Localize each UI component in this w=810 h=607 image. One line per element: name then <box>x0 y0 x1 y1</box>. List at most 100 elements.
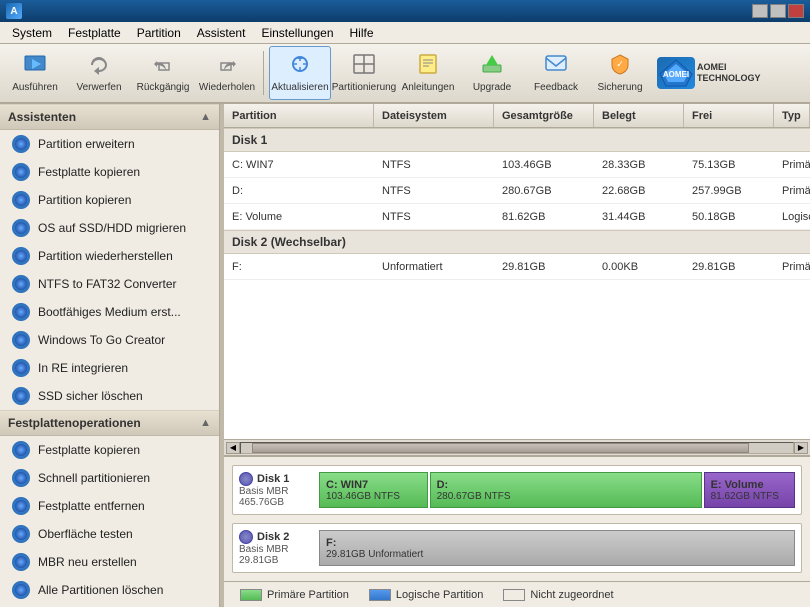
sidebar-item-schnell-partitionieren[interactable]: Schnell partitionieren <box>0 464 219 492</box>
toolbar-btn-ausfuhren[interactable]: Ausführen <box>4 46 66 100</box>
toolbar-btn-upgrade[interactable]: Upgrade <box>461 46 523 100</box>
toolbar-label-anleitungen: Anleitungen <box>402 82 455 93</box>
sidebar-item-partition-kopieren[interactable]: Partition kopieren <box>0 186 219 214</box>
sidebar-item-windows-to-go[interactable]: Windows To Go Creator <box>0 326 219 354</box>
toolbar-icon-upgrade <box>480 53 504 79</box>
toolbar-label-sicherung: Sicherung <box>597 82 642 93</box>
td-type: Logisch <box>774 204 810 229</box>
toolbar-label-aktualisieren: Aktualisieren <box>271 82 328 93</box>
sidebar-icon-windows-to-go <box>12 331 30 349</box>
sidebar-section-festplattenoperationen[interactable]: Festplattenoperationen▲ <box>0 410 219 436</box>
sidebar-item-festplatte-entfernen[interactable]: Festplatte entfernen <box>0 492 219 520</box>
legend-item-unassigned: Nicht zugeordnet <box>503 589 613 601</box>
toolbar-btn-partitionierung[interactable]: Partitionierung <box>333 46 395 100</box>
partition-block[interactable]: C: WIN7 103.46GB NTFS <box>319 472 428 508</box>
sidebar-icon-festplatte-kopieren2 <box>12 441 30 459</box>
sidebar-label-windows-to-go: Windows To Go Creator <box>38 333 165 347</box>
sidebar-label-oberflache-testen: Oberfläche testen <box>38 527 133 541</box>
menu-item-assistent[interactable]: Assistent <box>189 24 254 42</box>
sidebar-item-os-migrieren[interactable]: OS auf SSD/HDD migrieren <box>0 214 219 242</box>
sidebar-item-ssd-loschen[interactable]: SSD sicher löschen <box>0 382 219 410</box>
hscroll-left[interactable]: ◀ <box>226 442 240 454</box>
table-row[interactable]: E: Volume NTFS 81.62GB 31.44GB 50.18GB L… <box>224 204 810 230</box>
toolbar-icon-ruckgangig <box>151 53 175 79</box>
toolbar-btn-wiederholen[interactable]: Wiederholen <box>196 46 258 100</box>
sidebar-item-partition-wiederherstellen[interactable]: Partition wiederherstellen <box>0 242 219 270</box>
menu-item-system[interactable]: System <box>4 24 60 42</box>
disk-size: 29.81GB <box>239 555 319 566</box>
toolbar-label-wiederholen: Wiederholen <box>199 82 255 93</box>
legend-label-logical: Logische Partition <box>396 589 483 601</box>
disk-name: Disk 1 <box>239 472 319 486</box>
td-filesystem: NTFS <box>374 178 494 203</box>
horizontal-scrollbar[interactable]: ◀ ▶ <box>224 439 810 455</box>
sidebar-item-oberflache-testen[interactable]: Oberfläche testen <box>0 520 219 548</box>
toolbar-btn-sicherung[interactable]: ✓ Sicherung <box>589 46 651 100</box>
legend-box-logical <box>369 589 391 601</box>
th-type: Typ <box>774 104 810 127</box>
th-total: Gesamtgröße <box>494 104 594 127</box>
titlebar-controls <box>752 4 804 18</box>
toolbar: Ausführen Verwerfen Rückgängig Wiederholen A… <box>0 44 810 104</box>
sidebar-icon-ntfs-converter <box>12 275 30 293</box>
disk-name: Disk 2 <box>239 530 319 544</box>
disk-circle-icon <box>239 472 253 486</box>
toolbar-label-ruckgangig: Rückgängig <box>137 82 190 93</box>
td-total: 103.46GB <box>494 152 594 177</box>
sidebar-item-ntfs-converter[interactable]: NTFS to FAT32 Converter <box>0 270 219 298</box>
toolbar-btn-anleitungen[interactable]: Anleitungen <box>397 46 459 100</box>
sidebar-label-ntfs-converter: NTFS to FAT32 Converter <box>38 277 177 291</box>
sidebar-item-bootfahiges-medium[interactable]: Bootfähiges Medium erst... <box>0 298 219 326</box>
table-row[interactable]: C: WIN7 NTFS 103.46GB 28.33GB 75.13GB Pr… <box>224 152 810 178</box>
menu-item-einstellungen[interactable]: Einstellungen <box>253 24 341 42</box>
toolbar-label-ausfuhren: Ausführen <box>12 82 58 93</box>
partition-block[interactable]: F: 29.81GB Unformatiert <box>319 530 795 566</box>
sidebar-collapse-btn[interactable]: ▲ <box>200 417 211 429</box>
sidebar-label-ssd-loschen: SSD sicher löschen <box>38 389 143 403</box>
hscroll-track[interactable] <box>240 442 794 454</box>
hscroll-thumb[interactable] <box>252 443 749 453</box>
sidebar-label-mbr-neu-erstellen: MBR neu erstellen <box>38 555 137 569</box>
legend-item-primary: Primäre Partition <box>240 589 349 601</box>
sidebar-item-partition-erweitern[interactable]: Partition erweitern <box>0 130 219 158</box>
table-row[interactable]: D: NTFS 280.67GB 22.68GB 257.99GB Primär <box>224 178 810 204</box>
toolbar-btn-aktualisieren[interactable]: Aktualisieren <box>269 46 331 100</box>
sidebar-item-festplatte-kopieren[interactable]: Festplatte kopieren <box>0 158 219 186</box>
td-free: 50.18GB <box>684 204 774 229</box>
part-block-name: C: WIN7 <box>326 479 421 491</box>
menu-item-partition[interactable]: Partition <box>129 24 189 42</box>
sidebar-section-assistenten[interactable]: Assistenten▲ <box>0 104 219 130</box>
disk-visual-disk2-viz: Disk 2 Basis MBR 29.81GB F: 29.81GB Unfo… <box>232 523 802 573</box>
table-row[interactable]: F: Unformatiert 29.81GB 0.00KB 29.81GB P… <box>224 254 810 280</box>
close-button[interactable] <box>788 4 804 18</box>
sidebar-item-in-re-integrieren[interactable]: In RE integrieren <box>0 354 219 382</box>
sidebar-item-mbr-neu-erstellen[interactable]: MBR neu erstellen <box>0 548 219 576</box>
td-type: Primär <box>774 254 810 279</box>
legend-box-unassigned <box>503 589 525 601</box>
maximize-button[interactable] <box>770 4 786 18</box>
sidebar-label-schnell-partitionieren: Schnell partitionieren <box>38 471 150 485</box>
hscroll-right[interactable]: ▶ <box>794 442 808 454</box>
partition-block[interactable]: D: 280.67GB NTFS <box>430 472 702 508</box>
sidebar-icon-schnell-partitionieren <box>12 469 30 487</box>
disk-info-disk1-viz: Disk 1 Basis MBR 465.76GB <box>239 472 319 508</box>
content-area: Partition Dateisystem Gesamtgröße Belegt… <box>224 104 810 607</box>
minimize-button[interactable] <box>752 4 768 18</box>
sidebar-label-in-re-integrieren: In RE integrieren <box>38 361 128 375</box>
disk-partitions-disk2-viz: F: 29.81GB Unformatiert <box>319 530 795 566</box>
aomei-logo: AOMEI AOMEITECHNOLOGY <box>657 57 761 89</box>
toolbar-btn-verwerfen[interactable]: Verwerfen <box>68 46 130 100</box>
menu-item-festplatte[interactable]: Festplatte <box>60 24 129 42</box>
sidebar-collapse-btn[interactable]: ▲ <box>200 111 211 123</box>
toolbar-btn-ruckgangig[interactable]: Rückgängig <box>132 46 194 100</box>
toolbar-btn-feedback[interactable]: Feedback <box>525 46 587 100</box>
legend-box-primary <box>240 589 262 601</box>
menu-item-hilfe[interactable]: Hilfe <box>342 24 382 42</box>
td-filesystem: NTFS <box>374 204 494 229</box>
toolbar-icon-sicherung: ✓ <box>608 53 632 79</box>
sidebar: Assistenten▲Partition erweiternFestplatt… <box>0 104 220 607</box>
sidebar-label-festplatte-entfernen: Festplatte entfernen <box>38 499 145 513</box>
partition-block[interactable]: E: Volume 81.62GB NTFS <box>704 472 795 508</box>
sidebar-item-festplatte-kopieren2[interactable]: Festplatte kopieren <box>0 436 219 464</box>
sidebar-item-alle-partitionen-loschen[interactable]: Alle Partitionen löschen <box>0 576 219 604</box>
